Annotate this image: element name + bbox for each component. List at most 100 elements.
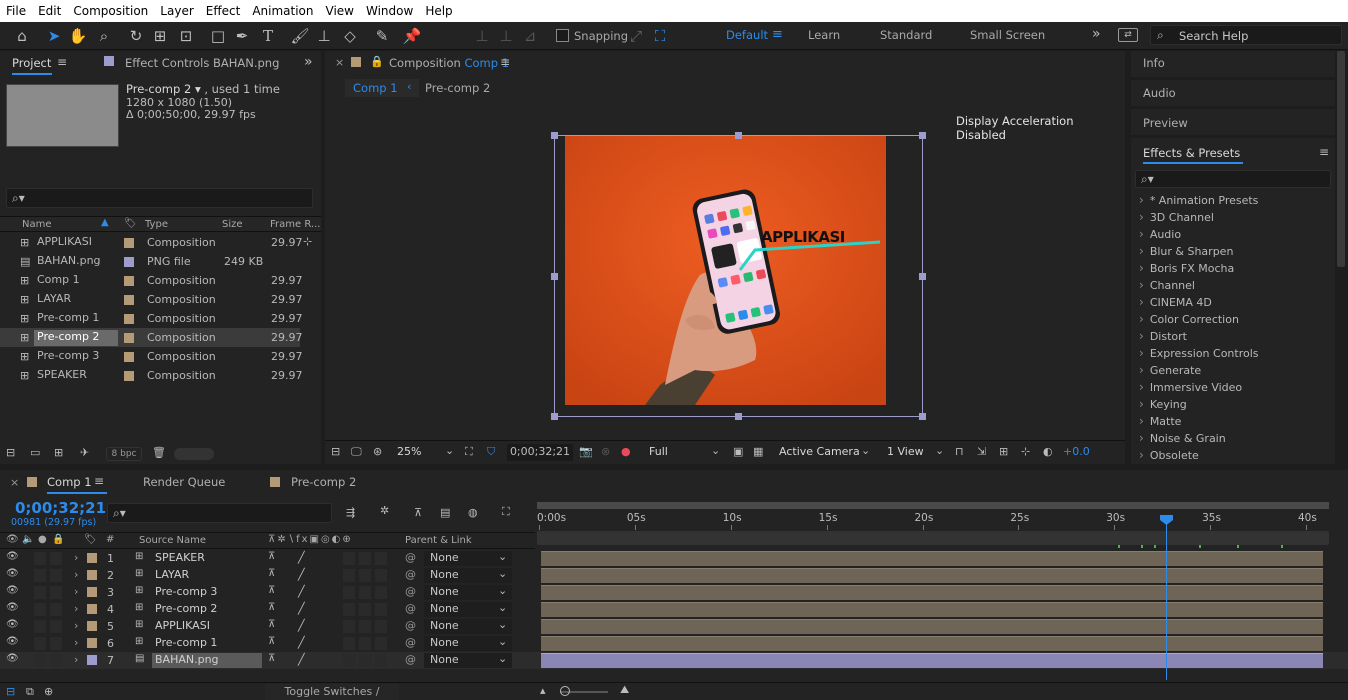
axis-local-icon[interactable]: ⊥ — [472, 26, 492, 46]
motion-blur-switch[interactable] — [359, 569, 371, 582]
quality-switch-icon[interactable]: ╱ — [298, 653, 305, 666]
effect-category[interactable]: Noise & Grain — [1139, 430, 1329, 447]
lock-toggle[interactable] — [50, 552, 62, 565]
tab-project[interactable]: Project — [12, 56, 51, 70]
eye-icon[interactable]: 👁 — [6, 619, 19, 630]
shy-switch-icon[interactable]: ⊼ — [268, 636, 275, 647]
sort-ascending-icon[interactable]: ▲ — [101, 217, 109, 228]
label-swatch[interactable] — [87, 570, 97, 580]
layer-duration-bar[interactable] — [541, 551, 1323, 566]
effect-category[interactable]: Channel — [1139, 277, 1329, 294]
draft-3d-icon[interactable]: ✲ — [380, 504, 389, 517]
toggle-pixel-icon[interactable]: ⊓ — [955, 445, 964, 458]
project-menu-icon[interactable]: ≡ — [57, 55, 67, 69]
pickwhip-icon[interactable]: @ — [405, 585, 416, 598]
pan-behind-tool-icon[interactable]: ⊡ — [176, 26, 196, 46]
close-tab-icon[interactable]: × — [10, 476, 19, 489]
lock-toggle[interactable] — [50, 620, 62, 633]
mask-visibility-icon[interactable]: ⛉ — [487, 445, 495, 459]
lock-icon[interactable]: 🔒 — [370, 55, 384, 68]
puppet-pin-icon[interactable]: 📌 — [402, 26, 422, 46]
project-item-row[interactable]: ⊞ LAYAR Composition 29.97 — [0, 290, 303, 309]
layer-name[interactable]: SPEAKER — [152, 551, 208, 566]
menu-animation[interactable]: Animation — [246, 0, 319, 22]
layer-row[interactable]: 👁 › 1 ⊞ SPEAKER ⊼ ╱ @ None ⌄ — [0, 550, 1348, 567]
chevron-right-icon[interactable]: › — [74, 585, 78, 598]
tab-render-queue[interactable]: Render Queue — [143, 475, 225, 489]
fx-switch[interactable] — [343, 569, 355, 582]
bbox-handle[interactable] — [551, 132, 558, 139]
chevron-right-icon[interactable]: › — [74, 568, 78, 581]
shy-switch-icon[interactable]: ⊼ — [268, 568, 275, 579]
camera-tool-icon[interactable]: ⊞ — [150, 26, 170, 46]
effect-category[interactable]: Generate — [1139, 362, 1329, 379]
exposure-value[interactable]: +0.0 — [1063, 445, 1090, 458]
effect-category[interactable]: Blur & Sharpen — [1139, 243, 1329, 260]
solo-toggle[interactable] — [34, 654, 46, 667]
chevron-right-icon[interactable]: › — [74, 551, 78, 564]
label-swatch[interactable] — [124, 295, 134, 305]
pickwhip-icon[interactable]: @ — [405, 568, 416, 581]
layer-row[interactable]: 👁 › 3 ⊞ Pre-comp 3 ⊼ ╱ @ None ⌄ — [0, 584, 1348, 601]
effect-category[interactable]: * Animation Presets — [1139, 192, 1329, 209]
axis-world-icon[interactable]: ⊥ — [496, 26, 516, 46]
time-ruler[interactable]: 0:00s 05s 10s 15s 20s 25s 30s 35s 40s — [537, 510, 1329, 530]
playhead[interactable] — [1160, 515, 1174, 680]
menu-help[interactable]: Help — [419, 0, 458, 22]
bbox-handle[interactable] — [551, 413, 558, 420]
adjustment-switch[interactable] — [375, 586, 387, 599]
solo-toggle[interactable] — [34, 552, 46, 565]
bbox-handle[interactable] — [919, 132, 926, 139]
label-swatch[interactable] — [87, 655, 97, 665]
col-name[interactable]: Name — [22, 219, 52, 230]
transfer-controls-icon[interactable]: ⊕ — [44, 685, 53, 698]
panel-overflow-icon[interactable]: » — [304, 54, 313, 70]
eye-icon[interactable]: 👁 — [6, 602, 19, 613]
home-icon[interactable]: ⌂ — [12, 26, 32, 46]
reset-exposure-icon[interactable]: ◐ — [1043, 445, 1053, 458]
work-area-bar[interactable] — [537, 502, 1329, 509]
adjustment-switch[interactable] — [375, 654, 387, 667]
menu-effect[interactable]: Effect — [200, 0, 247, 22]
fx-switch[interactable] — [343, 620, 355, 633]
adjust-settings-icon[interactable]: ✈ — [80, 446, 89, 459]
roto-brush-icon[interactable]: ✎ — [372, 26, 392, 46]
close-tab-icon[interactable]: × — [335, 56, 344, 69]
current-timecode[interactable]: 0;00;32;21 — [15, 499, 106, 517]
solo-toggle[interactable] — [34, 603, 46, 616]
eye-icon[interactable]: 👁 — [6, 568, 19, 579]
chevron-right-icon[interactable]: › — [74, 636, 78, 649]
vr-icon[interactable]: ⊛ — [373, 445, 382, 458]
eye-icon[interactable]: 👁 — [6, 551, 19, 562]
label-swatch[interactable] — [87, 638, 97, 648]
col-frame-rate[interactable]: Frame R... — [270, 219, 320, 230]
effect-category[interactable]: Audio — [1139, 226, 1329, 243]
views-select[interactable]: 1 View ⌄ — [881, 444, 947, 461]
preview-panel-tab[interactable]: Preview — [1131, 109, 1335, 135]
label-swatch[interactable] — [124, 257, 134, 267]
motion-blur-icon[interactable]: ◍ — [468, 506, 478, 519]
quality-switch-icon[interactable]: ╱ — [298, 602, 305, 615]
layer-name[interactable]: Pre-comp 1 — [152, 636, 220, 651]
project-item-row[interactable]: ⊞ Comp 1 Composition 29.97 — [0, 271, 303, 290]
resolution-select[interactable]: Full ⌄ — [643, 444, 725, 461]
fx-switch[interactable] — [343, 586, 355, 599]
zoom-value[interactable]: 25% — [397, 445, 421, 458]
bbox-handle[interactable] — [551, 273, 558, 280]
rectangle-tool-icon[interactable]: □ — [208, 26, 228, 46]
lock-toggle[interactable] — [50, 603, 62, 616]
layer-name[interactable]: APPLIKASI — [152, 619, 213, 634]
motion-blur-switch[interactable] — [359, 586, 371, 599]
tab-audio[interactable]: Audio — [1143, 86, 1176, 100]
quality-switch-icon[interactable]: ╱ — [298, 585, 305, 598]
quality-switch-icon[interactable]: ╱ — [298, 551, 305, 564]
composition-flowchart-icon[interactable]: ⇶ — [346, 506, 355, 519]
quality-switch-icon[interactable]: ╱ — [298, 619, 305, 632]
transparency-grid-icon[interactable]: ▦ — [753, 445, 763, 458]
region-of-interest-icon[interactable]: ▣ — [733, 445, 743, 458]
tab-precomp2[interactable]: Pre-comp 2 — [291, 475, 356, 489]
parent-select[interactable]: None ⌄ — [424, 652, 512, 668]
label-swatch[interactable] — [87, 587, 97, 597]
zoom-out-icon[interactable]: ▴ — [540, 684, 546, 697]
tab-effect-controls[interactable]: Effect Controls BAHAN.png — [125, 56, 279, 70]
